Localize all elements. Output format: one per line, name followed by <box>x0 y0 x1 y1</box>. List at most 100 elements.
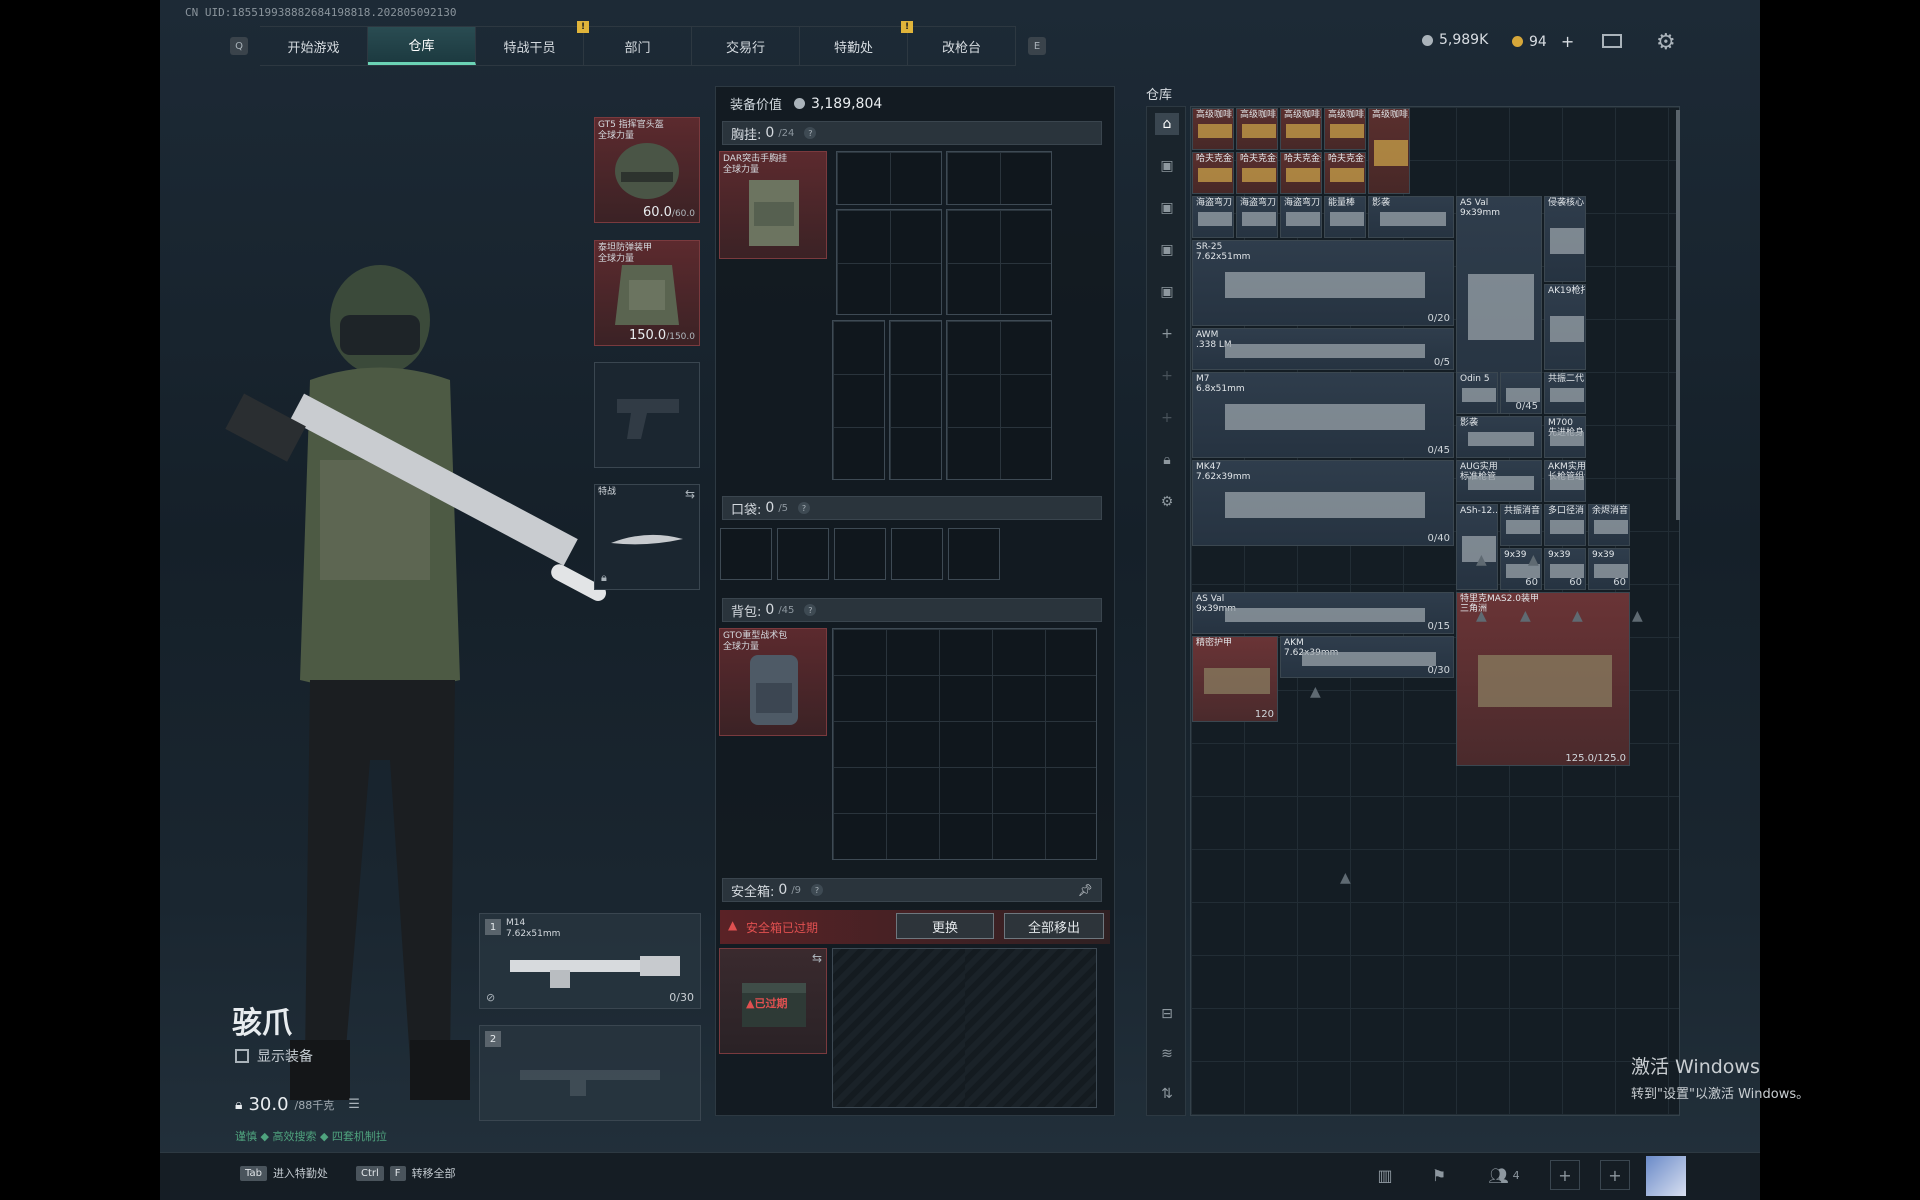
warehouse-item[interactable]: 高级咖啡豆 <box>1368 108 1410 194</box>
tab-0[interactable]: 开始游戏 <box>260 27 368 65</box>
warehouse-item[interactable]: ASh-12... <box>1456 504 1498 590</box>
pocket-slot-1[interactable] <box>720 528 772 580</box>
settings-gear-icon[interactable]: ⚙ <box>1656 30 1676 55</box>
add-tab-icon[interactable]: + <box>1155 323 1179 345</box>
storage-tab-4-icon[interactable]: ▣ <box>1155 281 1179 303</box>
mail-icon[interactable] <box>1602 34 1622 48</box>
show-gear-toggle[interactable]: 显示装备 <box>235 1046 313 1066</box>
sort-icon[interactable]: ⇅ <box>1155 1083 1179 1105</box>
help-icon[interactable]: ? <box>804 604 817 616</box>
backpack-grid[interactable] <box>832 628 1097 860</box>
pocket-slot-5[interactable] <box>948 528 1000 580</box>
warehouse-item[interactable]: AWM .338 LM0/5 <box>1192 328 1454 370</box>
primary-weapon-slot[interactable]: 1 M14 7.62x51mm ⊘ 0/30 <box>479 913 701 1009</box>
warehouse-item[interactable]: 影袭 <box>1368 196 1454 238</box>
filter-icon[interactable]: ⊟ <box>1155 1003 1179 1025</box>
help-icon[interactable]: ? <box>811 884 824 896</box>
home-storage-icon[interactable]: ⌂ <box>1155 113 1179 135</box>
warehouse-item[interactable]: MK47 7.62x39mm 0/40 <box>1192 460 1454 546</box>
secondary-weapon-slot[interactable]: 2 <box>479 1025 701 1121</box>
swap-icon[interactable]: ⇆ <box>812 951 822 965</box>
armor-slot[interactable]: 泰坦防弹装甲 全球力量 150.0/150.0 <box>594 240 700 346</box>
chest-grid-7[interactable] <box>946 320 1052 480</box>
chest-rig-item[interactable]: DAR突击手胸挂 全球力量 <box>719 151 827 259</box>
warehouse-item[interactable]: M7 6.8x51mm 0/45 <box>1192 372 1454 458</box>
remove-all-button[interactable]: 全部移出 <box>1004 913 1104 939</box>
helmet-slot[interactable]: GT5 指挥官头盔 全球力量 60.0/60.0 <box>594 117 700 223</box>
warehouse-item[interactable]: 9x39 60 <box>1588 548 1630 590</box>
warehouse-item[interactable]: 海盗弯刀 <box>1280 196 1322 238</box>
player-avatar[interactable] <box>1646 1156 1686 1196</box>
settings-gear-icon[interactable]: ⚙ <box>1155 491 1179 513</box>
warehouse-item[interactable]: AUG实用 标准枪管 <box>1456 460 1542 502</box>
safe-box-grid[interactable] <box>832 948 1097 1108</box>
swap-icon[interactable]: ⇆ <box>685 487 695 501</box>
help-icon[interactable]: ? <box>798 502 811 514</box>
backpack-item[interactable]: GTO重型战术包 全球力量 <box>719 628 827 736</box>
pocket-slot-4[interactable] <box>891 528 943 580</box>
warehouse-item[interactable]: 共振消音 <box>1500 504 1542 546</box>
warehouse-item[interactable]: AK19枪托 <box>1544 284 1586 370</box>
safe-box-item[interactable]: ▲已过期 ⇆ <box>719 948 827 1054</box>
warehouse-item[interactable]: 哈夫克金条 <box>1236 152 1278 194</box>
tab-6[interactable]: 改枪台 <box>908 27 1016 65</box>
warehouse-item[interactable]: AKM实用 长枪管组合 <box>1544 460 1586 502</box>
warehouse-item[interactable]: 哈夫克金条 <box>1192 152 1234 194</box>
pin-icon[interactable]: 📌︎ <box>1078 883 1093 897</box>
tab-3[interactable]: 部门 <box>584 27 692 65</box>
warehouse-item[interactable]: 精密护甲 120 <box>1192 636 1278 722</box>
warehouse-item[interactable]: 能量棒 <box>1324 196 1366 238</box>
help-icon[interactable]: ? <box>804 127 817 139</box>
warehouse-item[interactable]: 影袭 <box>1456 416 1542 458</box>
warehouse-item[interactable]: 高级咖啡豆 <box>1324 108 1366 150</box>
tab-4[interactable]: 交易行 <box>692 27 800 65</box>
show-gear-checkbox[interactable] <box>235 1049 249 1063</box>
warehouse-item[interactable]: 高级咖啡豆 <box>1236 108 1278 150</box>
stats-chart-icon[interactable]: ▥ <box>1370 1160 1400 1190</box>
chest-grid-5[interactable] <box>832 320 885 480</box>
squad-count[interactable]: 👥︎ 4 <box>1484 1160 1524 1190</box>
lock-icon[interactable]: 🔒︎ <box>1155 449 1179 471</box>
warehouse-item[interactable]: 海盗弯刀 <box>1236 196 1278 238</box>
tab-1[interactable]: 仓库 <box>368 27 476 65</box>
layers-icon[interactable]: ≋ <box>1155 1043 1179 1065</box>
warehouse-item[interactable]: 0/45 <box>1500 372 1542 414</box>
warehouse-item[interactable]: 高级咖啡豆 <box>1192 108 1234 150</box>
enter-hq-hint[interactable]: Tab 进入特勤处 <box>240 1165 328 1181</box>
warehouse-item[interactable]: 哈夫克金条 <box>1324 152 1366 194</box>
flag-icon[interactable]: ⚑ <box>1424 1160 1454 1190</box>
warehouse-item[interactable]: 海盗弯刀 <box>1192 196 1234 238</box>
transfer-all-hint[interactable]: Ctrl F 转移全部 <box>356 1165 456 1181</box>
warehouse-item[interactable]: 9x39 60 <box>1544 548 1586 590</box>
warehouse-item[interactable]: 高级咖啡豆 <box>1280 108 1322 150</box>
chest-grid-1[interactable] <box>836 151 942 205</box>
chest-grid-6[interactable] <box>889 320 942 480</box>
melee-slot[interactable]: 特战 ⇆ 🔒︎ <box>594 484 700 590</box>
chest-grid-3[interactable] <box>836 209 942 315</box>
pocket-slot-3[interactable] <box>834 528 886 580</box>
invite-slot-2-button[interactable]: + <box>1600 1160 1630 1190</box>
q-key-hint[interactable]: Q <box>230 37 248 55</box>
warehouse-item[interactable]: 共振二代 <box>1544 372 1586 414</box>
warehouse-item[interactable]: 多口径消... <box>1544 504 1586 546</box>
warehouse-item[interactable]: Odin 5 <box>1456 372 1498 414</box>
pocket-slot-2[interactable] <box>777 528 829 580</box>
warehouse-scrollbar[interactable] <box>1676 110 1680 520</box>
chest-grid-4[interactable] <box>946 209 1052 315</box>
tab-5[interactable]: 特勤处! <box>800 21 913 65</box>
warehouse-item[interactable]: 侵袭核心 <box>1544 196 1586 282</box>
warehouse-item[interactable]: AKM 7.62x39mm0/30 <box>1280 636 1454 678</box>
storage-tab-1-icon[interactable]: ▣ <box>1155 155 1179 177</box>
warehouse-item[interactable]: SR-25 7.62x51mm 0/20 <box>1192 240 1454 326</box>
warehouse-item[interactable]: 余烬消音 <box>1588 504 1630 546</box>
storage-tab-2-icon[interactable]: ▣ <box>1155 197 1179 219</box>
chest-grid-2[interactable] <box>946 151 1052 205</box>
invite-slot-1-button[interactable]: + <box>1550 1160 1580 1190</box>
storage-tab-3-icon[interactable]: ▣ <box>1155 239 1179 261</box>
warehouse-item[interactable]: M700 先进枪身 <box>1544 416 1586 458</box>
pistol-slot[interactable] <box>594 362 700 468</box>
list-icon[interactable]: ☰ <box>348 1097 360 1112</box>
warehouse-item[interactable]: 哈夫克金条 <box>1280 152 1322 194</box>
warehouse-item[interactable]: AS Val 9x39mm 0/15 <box>1192 592 1454 634</box>
replace-safe-box-button[interactable]: 更换 <box>896 913 994 939</box>
